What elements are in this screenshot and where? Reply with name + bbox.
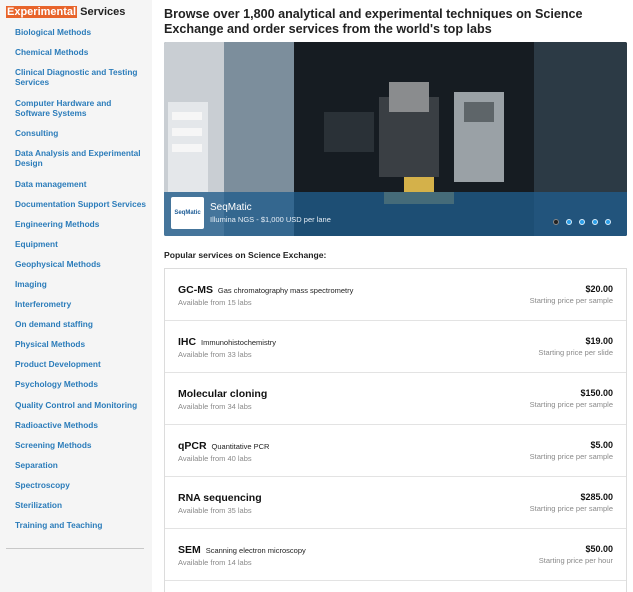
- sidebar-item-psychology-methods[interactable]: Psychology Methods: [15, 379, 147, 389]
- hero-provider-name[interactable]: SeqMatic: [210, 202, 252, 213]
- service-price: $150.00: [580, 388, 613, 398]
- carousel-dots: [553, 219, 611, 225]
- service-availability: Available from 33 labs: [178, 350, 252, 359]
- sidebar-item-radioactive-methods[interactable]: Radioactive Methods: [15, 420, 147, 430]
- carousel-dot-2[interactable]: [566, 219, 572, 225]
- service-description: Gas chromatography mass spectrometry: [217, 286, 354, 295]
- sidebar: Experimental Services Biological Methods…: [0, 0, 152, 592]
- service-price-unit: Starting price per slide: [538, 348, 613, 357]
- sidebar-item-on-demand-staffing[interactable]: On demand staffing: [15, 319, 147, 329]
- service-name: qPCR Quantitative PCR: [178, 440, 269, 452]
- service-name: Molecular cloning: [178, 388, 269, 400]
- service-availability: Available from 15 labs: [178, 298, 252, 307]
- service-price-unit: Starting price per sample: [529, 400, 613, 409]
- service-row-gc-ms[interactable]: GC-MS Gas chromatography mass spectromet…: [165, 269, 626, 321]
- service-availability: Available from 40 labs: [178, 454, 252, 463]
- popular-services-list: GC-MS Gas chromatography mass spectromet…: [164, 268, 627, 592]
- sidebar-item-consulting[interactable]: Consulting: [15, 128, 147, 138]
- service-title: qPCR: [178, 440, 207, 452]
- service-row-ihc[interactable]: IHC Immunohistochemistry Available from …: [165, 321, 626, 373]
- service-row-qpcr[interactable]: qPCR Quantitative PCR Available from 40 …: [165, 425, 626, 477]
- sidebar-item-data-management[interactable]: Data management: [15, 179, 147, 189]
- service-row-rna-sequencing[interactable]: RNA sequencing Available from 35 labs $2…: [165, 477, 626, 529]
- hero-carousel[interactable]: SeqMatic SeqMatic Illumina NGS - $1,000 …: [164, 42, 627, 236]
- page-title: Browse over 1,800 analytical and experim…: [164, 7, 583, 36]
- service-price-unit: Starting price per sample: [529, 452, 613, 461]
- sidebar-item-product-development[interactable]: Product Development: [15, 359, 147, 369]
- service-price: $20.00: [585, 284, 613, 294]
- carousel-dot-1[interactable]: [553, 219, 559, 225]
- sidebar-item-sterilization[interactable]: Sterilization: [15, 500, 147, 510]
- sidebar-item-quality-control[interactable]: Quality Control and Monitoring: [15, 400, 147, 410]
- service-name: IHC Immunohistochemistry: [178, 336, 276, 348]
- sidebar-item-interferometry[interactable]: Interferometry: [15, 299, 147, 309]
- service-availability: Available from 35 labs: [178, 506, 252, 515]
- seqmatic-logo[interactable]: SeqMatic: [171, 197, 204, 229]
- sidebar-item-computer-hardware[interactable]: Computer Hardware and Software Systems: [15, 98, 147, 118]
- hero-caption-bar: SeqMatic SeqMatic Illumina NGS - $1,000 …: [164, 192, 627, 236]
- service-availability: Available from 34 labs: [178, 402, 252, 411]
- service-title: RNA sequencing: [178, 492, 262, 504]
- sidebar-heading-rest: Services: [77, 6, 126, 18]
- sidebar-item-documentation-support[interactable]: Documentation Support Services: [15, 199, 147, 209]
- sidebar-divider: [6, 548, 144, 549]
- service-price: $19.00: [585, 336, 613, 346]
- service-description: Quantitative PCR: [211, 442, 270, 451]
- sidebar-item-clinical-diagnostic[interactable]: Clinical Diagnostic and Testing Services: [15, 67, 147, 87]
- sidebar-item-biological-methods[interactable]: Biological Methods: [15, 27, 147, 37]
- sidebar-item-geophysical-methods[interactable]: Geophysical Methods: [15, 259, 147, 269]
- service-availability: Available from 14 labs: [178, 558, 252, 567]
- service-description: Scanning electron microscopy: [205, 546, 306, 555]
- sidebar-heading: Experimental Services: [6, 6, 125, 18]
- sidebar-item-equipment[interactable]: Equipment: [15, 239, 147, 249]
- service-name: SEM Scanning electron microscopy: [178, 544, 306, 556]
- sidebar-item-chemical-methods[interactable]: Chemical Methods: [15, 47, 147, 57]
- sidebar-item-separation[interactable]: Separation: [15, 460, 147, 470]
- popular-services-heading: Popular services on Science Exchange:: [164, 250, 327, 260]
- sidebar-heading-highlight: Experimental: [6, 6, 78, 18]
- sidebar-item-engineering-methods[interactable]: Engineering Methods: [15, 219, 147, 229]
- sidebar-item-imaging[interactable]: Imaging: [15, 279, 147, 289]
- sidebar-item-physical-methods[interactable]: Physical Methods: [15, 339, 147, 349]
- service-name: RNA sequencing: [178, 492, 264, 504]
- carousel-dot-3[interactable]: [579, 219, 585, 225]
- sidebar-item-data-analysis[interactable]: Data Analysis and Experimental Design: [15, 148, 147, 168]
- carousel-dot-5[interactable]: [605, 219, 611, 225]
- sidebar-item-training-teaching[interactable]: Training and Teaching: [15, 520, 147, 530]
- service-price: $50.00: [585, 544, 613, 554]
- carousel-dot-4[interactable]: [592, 219, 598, 225]
- service-title: IHC: [178, 336, 197, 348]
- service-price-unit: Starting price per sample: [529, 296, 613, 305]
- service-row-sem[interactable]: SEM Scanning electron microscopy Availab…: [165, 529, 626, 581]
- service-price: $5.00: [590, 440, 613, 450]
- service-title: GC-MS: [178, 284, 213, 296]
- sidebar-item-spectroscopy[interactable]: Spectroscopy: [15, 480, 147, 490]
- hero-description: Illumina NGS - $1,000 USD per lane: [210, 215, 331, 224]
- sidebar-item-screening-methods[interactable]: Screening Methods: [15, 440, 147, 450]
- service-name: GC-MS Gas chromatography mass spectromet…: [178, 284, 353, 296]
- service-description: Immunohistochemistry: [201, 338, 277, 347]
- service-price-unit: Starting price per hour: [538, 556, 613, 565]
- service-price-unit: Starting price per sample: [529, 504, 613, 513]
- service-row-molecular-cloning[interactable]: Molecular cloning Available from 34 labs…: [165, 373, 626, 425]
- service-title: SEM: [178, 544, 201, 556]
- service-title: Molecular cloning: [178, 388, 268, 400]
- service-price: $285.00: [580, 492, 613, 502]
